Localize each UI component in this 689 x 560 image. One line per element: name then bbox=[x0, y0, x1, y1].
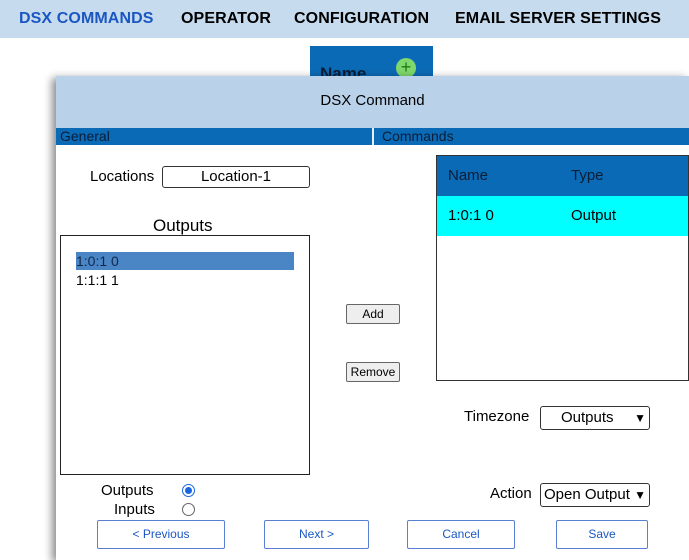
commands-table: Name Type 1:0:1 0 Output bbox=[436, 155, 689, 381]
cancel-button[interactable]: Cancel bbox=[407, 520, 515, 549]
chevron-down-icon: ▼ bbox=[634, 411, 646, 425]
nav-dsx-commands[interactable]: DSX COMMANDS bbox=[19, 10, 154, 28]
tab-general[interactable]: General bbox=[60, 128, 110, 145]
timezone-label: Timezone bbox=[464, 408, 530, 425]
nav-configuration[interactable]: CONFIGURATION bbox=[294, 10, 429, 28]
next-button[interactable]: Next > bbox=[264, 520, 369, 549]
radio-outputs-label: Outputs bbox=[101, 482, 154, 499]
chevron-down-icon: ▼ bbox=[634, 488, 646, 502]
remove-button[interactable]: Remove bbox=[346, 362, 400, 382]
nav-email-server-settings[interactable]: EMAIL SERVER SETTINGS bbox=[455, 10, 661, 28]
outputs-title: Outputs bbox=[153, 216, 213, 235]
column-header-type: Type bbox=[571, 167, 604, 184]
table-cell-name: 1:0:1 0 bbox=[448, 207, 494, 224]
radio-inputs[interactable] bbox=[182, 503, 195, 516]
radio-inputs-label: Inputs bbox=[114, 501, 155, 518]
timezone-value: Outputs bbox=[561, 409, 614, 426]
timezone-select[interactable]: Outputs ▼ bbox=[540, 406, 650, 430]
list-item[interactable]: 1:1:1 1 bbox=[76, 271, 294, 289]
dsx-command-dialog: DSX Command General Commands Locations L… bbox=[56, 76, 689, 560]
nav-operator[interactable]: OPERATOR bbox=[181, 10, 271, 28]
tab-divider bbox=[372, 128, 374, 145]
dialog-header: DSX Command bbox=[56, 76, 689, 128]
dialog-title: DSX Command bbox=[320, 92, 425, 109]
outputs-listbox[interactable]: 1:0:1 0 1:1:1 1 bbox=[60, 235, 310, 475]
list-item[interactable]: 1:0:1 0 bbox=[76, 252, 294, 270]
previous-button[interactable]: < Previous bbox=[97, 520, 225, 549]
table-header: Name Type bbox=[437, 156, 688, 196]
action-select[interactable]: Open Output ▼ bbox=[540, 483, 650, 507]
action-value: Open Output bbox=[544, 486, 630, 503]
radio-outputs[interactable] bbox=[182, 484, 195, 497]
add-button[interactable]: Add bbox=[346, 304, 400, 324]
action-label: Action bbox=[490, 485, 532, 502]
table-cell-type: Output bbox=[571, 207, 617, 224]
tab-commands[interactable]: Commands bbox=[382, 128, 454, 145]
top-nav: DSX COMMANDS OPERATOR CONFIGURATION EMAI… bbox=[0, 0, 689, 38]
table-row[interactable]: 1:0:1 0 Output bbox=[437, 196, 688, 236]
plus-circle-icon[interactable]: + bbox=[396, 58, 416, 78]
column-header-name: Name bbox=[448, 167, 489, 184]
locations-field[interactable]: Location-1 bbox=[162, 166, 310, 188]
locations-label: Locations bbox=[90, 168, 155, 185]
save-button[interactable]: Save bbox=[556, 520, 648, 549]
